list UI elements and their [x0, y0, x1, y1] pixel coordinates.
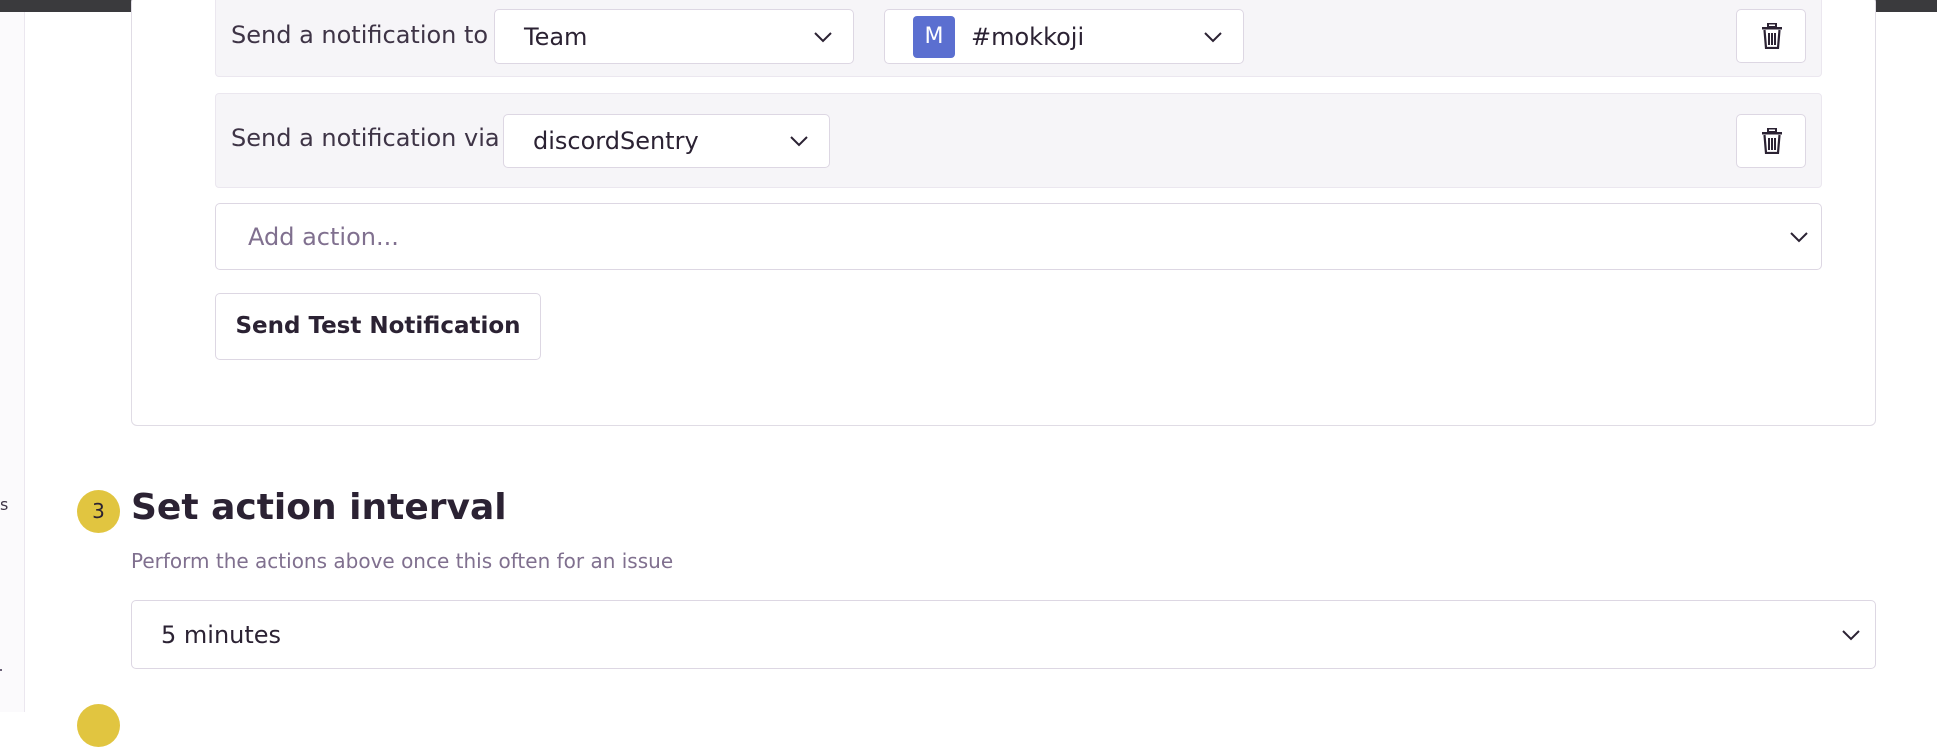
add-action-select[interactable]: Add action...: [215, 203, 1822, 270]
team-value: #mokkoji: [971, 22, 1085, 51]
next-step-badge: [77, 704, 120, 747]
chevron-down-icon: [813, 31, 833, 43]
action-row-notify-via: Send a notification via discordSentry: [215, 93, 1822, 188]
trash-icon: [1762, 23, 1782, 49]
action-row-notify-to: Send a notification to Team M #mokkoji: [215, 0, 1822, 77]
send-test-notification-button[interactable]: Send Test Notification: [215, 293, 541, 360]
chevron-down-icon: [1203, 31, 1223, 43]
step-title: Set action interval: [131, 487, 507, 528]
interval-value: 5 minutes: [161, 620, 282, 649]
action-interval-select[interactable]: 5 minutes: [131, 600, 1876, 669]
target-type-select[interactable]: Team: [494, 9, 854, 64]
chevron-down-icon: [1789, 231, 1809, 243]
sidebar-edge: [0, 12, 25, 712]
action-row-label: Send a notification to: [231, 21, 489, 49]
team-avatar: M: [913, 15, 955, 58]
delete-action-button[interactable]: [1736, 9, 1806, 63]
target-type-value: Team: [524, 22, 588, 51]
service-select[interactable]: discordSentry: [503, 114, 830, 168]
chevron-down-icon: [1841, 629, 1861, 641]
sidebar-item-fragment[interactable]: s: [0, 495, 8, 514]
add-action-placeholder: Add action...: [248, 222, 399, 251]
service-value: discordSentry: [533, 127, 699, 155]
chevron-down-icon: [789, 135, 809, 147]
sidebar-mark: [0, 669, 2, 671]
team-select[interactable]: M #mokkoji: [884, 9, 1244, 64]
step-description: Perform the actions above once this ofte…: [131, 549, 674, 573]
action-row-label: Send a notification via: [231, 124, 500, 152]
trash-icon: [1762, 128, 1782, 154]
delete-action-button[interactable]: [1736, 114, 1806, 168]
step-number-badge: 3: [77, 490, 120, 533]
